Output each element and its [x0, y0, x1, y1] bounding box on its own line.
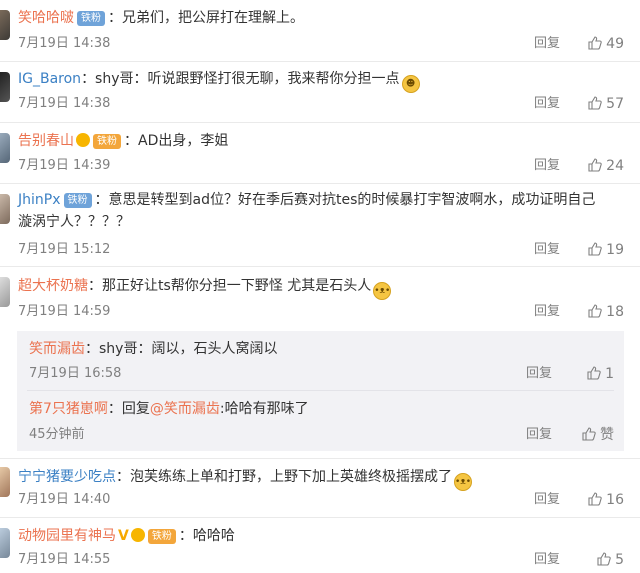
comment-time: 7月19日 15:12: [18, 242, 111, 257]
comment-text: ：兄弟们，把公屏打在理解上。: [108, 10, 304, 26]
thumbs-up-icon: [597, 552, 611, 566]
like-button[interactable]: 18: [568, 303, 624, 321]
comment-time: 7月19日 14:55: [18, 552, 111, 567]
comment-text: ：意思是转型到ad位？好在季后赛对抗tes的时候暴打宇智波啊水，成功证明自己: [94, 192, 596, 208]
like-count: 16: [606, 492, 624, 508]
comment-time: 7月19日 14:59: [18, 304, 111, 319]
comment-item: 宁宁猪要少吃点：泡芙练练上单和打野，上野下加上英雄终极摇摆成了 •ᴥ• 7月19日…: [0, 459, 640, 518]
reply-text: ：shy哥：阔以，石头人窝阔以: [85, 341, 278, 357]
reply-button[interactable]: 回复: [534, 95, 560, 113]
reply-button[interactable]: 回复: [526, 365, 552, 383]
like-count: 1: [605, 366, 614, 382]
vip-icon: [76, 133, 90, 147]
fan-badge: 铁粉: [93, 134, 121, 149]
comment-item: 超大杯奶糖：那正好让ts帮你分担一下野怪 尤其是石头人 •ᴥ• 7月19日 14:…: [0, 267, 640, 329]
comment-item: 动物园里有神马 V 铁粉 ：哈哈哈 7月19日 14:55 回复 5: [0, 518, 640, 573]
comment-item: 笑哈哈啵 铁粉 ：兄弟们，把公屏打在理解上。 7月19日 14:38 回复 49: [0, 0, 640, 62]
like-button[interactable]: 16: [568, 491, 624, 509]
thumbs-up-icon: [588, 158, 602, 172]
smiling-face-icon: ☻: [401, 75, 420, 93]
doge-face-icon: •ᴥ•: [454, 473, 472, 491]
thumbs-up-icon: [588, 242, 602, 256]
reply-button[interactable]: 回复: [534, 157, 560, 175]
comment-text-continued: 漩涡宁人？？？？: [18, 214, 130, 230]
reply-button[interactable]: 回复: [534, 35, 560, 53]
like-button[interactable]: 19: [568, 241, 624, 259]
like-button[interactable]: 赞: [558, 426, 614, 444]
reply-text: :哈哈有那味了: [219, 401, 309, 417]
like-button[interactable]: 5: [568, 551, 624, 569]
mention-link[interactable]: @笑而漏齿: [150, 401, 220, 417]
doge-face-icon: •ᴥ•: [373, 282, 392, 300]
reply-button[interactable]: 回复: [534, 551, 560, 569]
username-link[interactable]: IG_Baron: [18, 71, 81, 87]
comment-text: ：那正好让ts帮你分担一下野怪 尤其是石头人: [88, 278, 372, 294]
comment-time: 7月19日 14:38: [18, 36, 111, 51]
reply-button[interactable]: 回复: [534, 303, 560, 321]
thumbs-up-icon: [582, 427, 596, 441]
username-link[interactable]: 笑哈哈啵: [18, 10, 74, 26]
comment-time: 7月19日 14:38: [18, 96, 111, 111]
like-count: 18: [606, 304, 624, 320]
username-link[interactable]: 超大杯奶糖: [18, 278, 88, 294]
reply-button[interactable]: 回复: [534, 491, 560, 509]
username-link[interactable]: 宁宁猪要少吃点: [18, 469, 116, 485]
username-link[interactable]: 第7只猪崽啊: [29, 401, 108, 417]
verified-v-icon: V: [118, 528, 129, 544]
reply-text: ：回复: [107, 401, 150, 417]
fan-badge: 铁粉: [77, 11, 105, 26]
avatar[interactable]: [0, 467, 10, 497]
thumbs-up-icon: [587, 366, 601, 380]
avatar[interactable]: [0, 133, 10, 163]
divider: [27, 390, 614, 391]
comment-item: 告别春山 铁粉 ：AD出身，李姐 7月19日 14:39 回复 24: [0, 123, 640, 184]
reply-time: 7月19日 16:58: [29, 366, 122, 381]
like-count: 57: [606, 96, 624, 112]
fan-badge: 铁粉: [63, 193, 92, 208]
username-link[interactable]: 告别春山: [18, 133, 74, 149]
vip-icon: [130, 528, 145, 542]
avatar[interactable]: [0, 277, 10, 307]
avatar[interactable]: [0, 72, 10, 102]
comment-item: IG_Baron：shy哥：听说跟野怪打很无聊，我来帮你分担一点 ☻ 7月19日 …: [0, 62, 640, 123]
username-link[interactable]: 动物园里有神马: [18, 528, 116, 544]
avatar[interactable]: [0, 10, 10, 40]
like-button[interactable]: 1: [558, 365, 614, 383]
username-link[interactable]: 笑而漏齿: [29, 341, 85, 357]
reply-time: 45分钟前: [29, 427, 85, 442]
like-count: 24: [606, 158, 624, 174]
avatar[interactable]: [0, 194, 10, 224]
like-count: 49: [606, 36, 624, 52]
fan-badge: 铁粉: [147, 529, 176, 544]
username-link[interactable]: JhinPx: [18, 192, 61, 208]
comment-text: ：泡芙练练上单和打野，上野下加上英雄终极摇摆成了: [116, 469, 452, 485]
like-count: 赞: [600, 427, 614, 443]
thumbs-up-icon: [588, 304, 602, 318]
comment-time: 7月19日 14:39: [18, 158, 111, 173]
thumbs-up-icon: [588, 36, 602, 50]
thumbs-up-icon: [588, 96, 602, 110]
comment-text: ：AD出身，李姐: [124, 133, 229, 149]
like-button[interactable]: 57: [568, 95, 624, 113]
reply-button[interactable]: 回复: [534, 241, 560, 259]
reply-button[interactable]: 回复: [526, 426, 552, 444]
comment-item: JhinPx 铁粉 ：意思是转型到ad位？好在季后赛对抗tes的时候暴打宇智波啊水，…: [0, 184, 640, 267]
comment-time: 7月19日 14:40: [18, 492, 111, 507]
like-button[interactable]: 49: [568, 35, 624, 53]
reply-thread: 笑而漏齿：shy哥：阔以，石头人窝阔以 7月19日 16:58 回复 1 第7只…: [17, 331, 624, 451]
comment-text: ：shy哥：听说跟野怪打很无聊，我来帮你分担一点: [81, 71, 400, 87]
like-count: 19: [606, 242, 624, 258]
thumbs-up-icon: [588, 492, 602, 506]
like-count: 5: [615, 552, 624, 568]
like-button[interactable]: 24: [568, 157, 624, 175]
comment-text: ：哈哈哈: [178, 528, 235, 544]
avatar[interactable]: [0, 528, 10, 558]
